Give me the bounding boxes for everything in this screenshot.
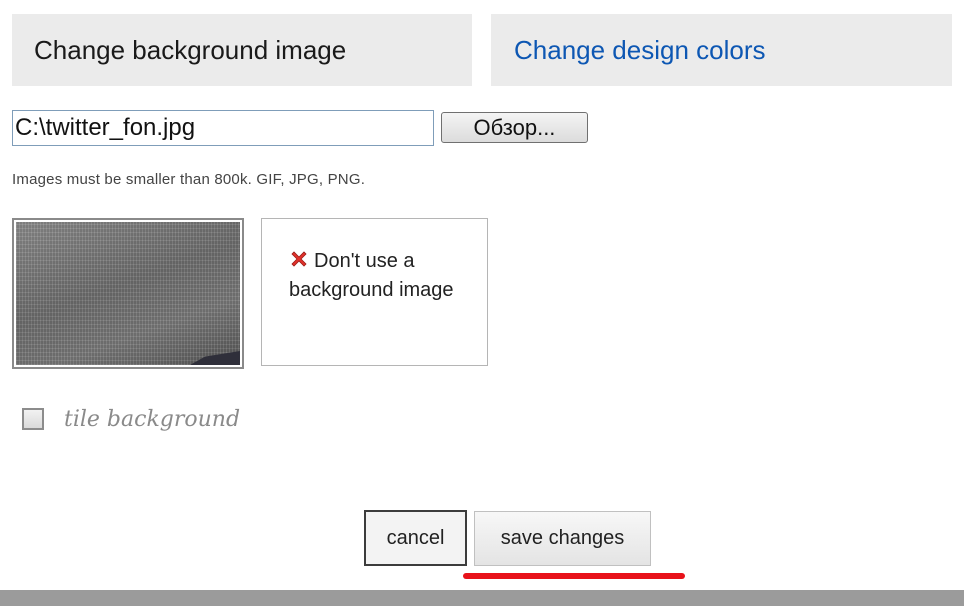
background-thumbnail[interactable]	[12, 218, 244, 369]
tab-change-design-colors[interactable]: Change design colors	[491, 14, 952, 86]
background-settings-panel: Change background image Change design co…	[0, 0, 964, 606]
tile-background-label: tile background	[64, 407, 241, 432]
no-background-option[interactable]: Don't use a background image	[261, 218, 488, 366]
no-background-label: Don't use a background image	[289, 250, 454, 301]
tab-change-background-image-label: Change background image	[34, 34, 347, 65]
cancel-button[interactable]: cancel	[364, 510, 467, 566]
bottom-bar	[0, 590, 964, 606]
file-size-hint: Images must be smaller than 800k. GIF, J…	[12, 171, 366, 188]
browse-button[interactable]: Обзор...	[441, 112, 588, 143]
save-changes-button[interactable]: save changes	[474, 511, 651, 566]
tab-change-design-colors-label: Change design colors	[514, 34, 766, 65]
highlight-underline	[463, 573, 685, 579]
background-thumbnail-image	[16, 222, 240, 365]
tile-background-checkbox[interactable]	[22, 408, 44, 430]
red-x-icon	[291, 251, 307, 267]
tab-change-background-image[interactable]: Change background image	[12, 14, 472, 86]
file-path-input[interactable]	[12, 110, 434, 146]
